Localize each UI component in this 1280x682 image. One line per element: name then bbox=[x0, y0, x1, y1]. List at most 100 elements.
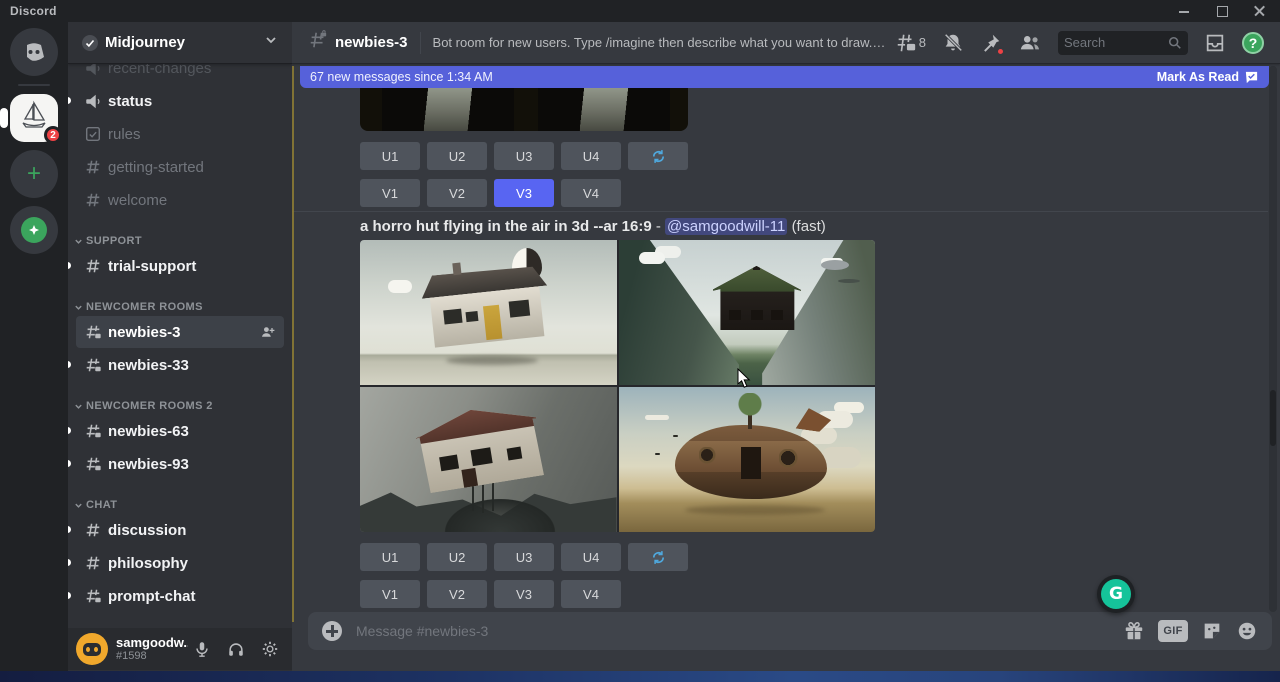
invite-people-icon[interactable] bbox=[260, 324, 276, 340]
user-avatar[interactable] bbox=[76, 633, 108, 665]
u1-button[interactable]: U1 bbox=[360, 543, 420, 571]
v2-button[interactable]: V2 bbox=[427, 179, 487, 207]
home-button[interactable] bbox=[10, 28, 58, 76]
channel-prompt-chat[interactable]: prompt-chat bbox=[76, 580, 284, 612]
inbox-button[interactable] bbox=[1204, 32, 1226, 54]
channel-newbies-63[interactable]: newbies-63 bbox=[76, 415, 284, 447]
grid-image-steampunk-island[interactable] bbox=[619, 387, 876, 532]
attach-file-button[interactable] bbox=[322, 621, 342, 641]
v4-button[interactable]: V4 bbox=[561, 580, 621, 608]
add-server-button[interactable]: + bbox=[10, 150, 58, 198]
v4-button[interactable]: V4 bbox=[561, 179, 621, 207]
channel-status[interactable]: status bbox=[76, 85, 284, 117]
reroll-button[interactable] bbox=[628, 543, 688, 571]
suit-figure-art bbox=[382, 88, 514, 131]
user-mention[interactable]: @samgoodwill-11 bbox=[665, 218, 787, 235]
hash-bot-icon bbox=[84, 356, 102, 374]
server-icon-midjourney[interactable]: 2 bbox=[10, 94, 58, 142]
legs-art bbox=[472, 483, 474, 511]
channel-welcome[interactable]: welcome bbox=[76, 184, 284, 216]
sticker-picker-button[interactable] bbox=[1201, 620, 1223, 642]
gift-button[interactable] bbox=[1123, 620, 1145, 642]
u3-button[interactable]: U3 bbox=[494, 142, 554, 170]
u2-button[interactable]: U2 bbox=[427, 142, 487, 170]
user-discriminator: #1598 bbox=[116, 650, 188, 662]
section-support[interactable]: SUPPORT bbox=[68, 217, 292, 249]
u3-button[interactable]: U3 bbox=[494, 543, 554, 571]
hash-bot-icon bbox=[84, 323, 102, 341]
v1-button[interactable]: V1 bbox=[360, 580, 420, 608]
channel-newbies-33[interactable]: newbies-33 bbox=[76, 349, 284, 381]
help-button[interactable]: ? bbox=[1242, 32, 1264, 54]
grid-image-stormy-hut[interactable] bbox=[360, 387, 617, 532]
search-bar[interactable] bbox=[1058, 31, 1188, 55]
close-icon[interactable] bbox=[1254, 5, 1266, 17]
channel-trial-support[interactable]: trial-support bbox=[76, 250, 284, 282]
channel-newbies-3[interactable]: newbies-3 bbox=[76, 316, 284, 348]
channel-name: newbies-63 bbox=[108, 423, 276, 440]
gift-icon bbox=[1123, 620, 1145, 642]
emoji-icon bbox=[1236, 620, 1258, 642]
server-unread-pill bbox=[0, 108, 8, 128]
section-newcomer-rooms[interactable]: NEWCOMER ROOMS bbox=[68, 283, 292, 315]
section-chevron-icon bbox=[74, 501, 83, 510]
u2-button[interactable]: U2 bbox=[427, 543, 487, 571]
search-input[interactable] bbox=[1064, 35, 1168, 50]
gif-icon: GIF bbox=[1158, 620, 1188, 642]
v2-button[interactable]: V2 bbox=[427, 580, 487, 608]
channel-name: trial-support bbox=[108, 258, 276, 275]
grid-image-balloon-house[interactable] bbox=[360, 240, 617, 385]
inbox-icon bbox=[1204, 32, 1226, 54]
u4-button[interactable]: U4 bbox=[561, 142, 621, 170]
channel-list: recent-changes status rules getting-star… bbox=[68, 64, 292, 628]
explore-servers-button[interactable] bbox=[10, 206, 58, 254]
v3-button-selected[interactable]: V3 bbox=[494, 179, 554, 207]
u4-button[interactable]: U4 bbox=[561, 543, 621, 571]
message2-image-grid bbox=[360, 240, 875, 532]
mute-microphone-button[interactable] bbox=[188, 635, 216, 663]
search-icon bbox=[1168, 36, 1182, 50]
scrollbar-thumb[interactable] bbox=[1270, 390, 1276, 446]
message1-image-grid[interactable] bbox=[360, 88, 688, 131]
maximize-icon[interactable] bbox=[1216, 5, 1228, 17]
pinned-messages-button[interactable] bbox=[980, 32, 1002, 54]
new-messages-bar[interactable]: 67 new messages since 1:34 AM Mark As Re… bbox=[300, 66, 1269, 88]
grammarly-widget[interactable]: G bbox=[1097, 575, 1135, 613]
channel-newbies-93[interactable]: newbies-93 bbox=[76, 448, 284, 480]
channel-recent-changes[interactable]: recent-changes bbox=[76, 64, 284, 84]
section-newcomer-rooms-2[interactable]: NEWCOMER ROOMS 2 bbox=[68, 382, 292, 414]
user-info[interactable]: samgoodw... #1598 bbox=[116, 636, 188, 662]
notifications-muted-button[interactable] bbox=[942, 32, 964, 54]
channel-discussion[interactable]: discussion bbox=[76, 514, 284, 546]
channel-rules[interactable]: rules bbox=[76, 118, 284, 150]
section-chat[interactable]: CHAT bbox=[68, 481, 292, 513]
message1-upscale-row: U1 U2 U3 U4 bbox=[360, 142, 688, 170]
grid-image-mountain-cabin[interactable] bbox=[619, 240, 876, 385]
scrollbar-track[interactable] bbox=[1269, 66, 1277, 612]
server-header[interactable]: Midjourney bbox=[68, 22, 292, 64]
unread-dot bbox=[68, 262, 71, 269]
reroll-button[interactable] bbox=[628, 142, 688, 170]
user-settings-button[interactable] bbox=[256, 635, 284, 663]
prompt-dash: - bbox=[656, 218, 661, 235]
minimize-icon[interactable] bbox=[1178, 5, 1190, 17]
v1-button[interactable]: V1 bbox=[360, 179, 420, 207]
hash-threads-icon bbox=[895, 32, 917, 54]
section-label: CHAT bbox=[86, 499, 117, 511]
gif-picker-button[interactable]: GIF bbox=[1158, 620, 1188, 642]
emoji-picker-button[interactable] bbox=[1236, 620, 1258, 642]
channel-philosophy[interactable]: philosophy bbox=[76, 547, 284, 579]
rules-checklist-icon bbox=[84, 125, 102, 143]
deafen-button[interactable] bbox=[222, 635, 250, 663]
v3-button[interactable]: V3 bbox=[494, 580, 554, 608]
channel-sidebar: Midjourney recent-changes status rules g… bbox=[68, 22, 292, 682]
member-list-button[interactable] bbox=[1018, 32, 1042, 54]
channel-getting-started[interactable]: getting-started bbox=[76, 151, 284, 183]
u1-button[interactable]: U1 bbox=[360, 142, 420, 170]
speed-mode-label: (fast) bbox=[792, 218, 826, 235]
threads-button[interactable]: 8 bbox=[895, 32, 926, 54]
mark-as-read-button[interactable]: Mark As Read bbox=[1157, 70, 1259, 85]
channel-topic[interactable]: Bot room for new users. Type /imagine th… bbox=[433, 35, 888, 50]
message-input[interactable] bbox=[356, 623, 1123, 639]
server-unread-badge: 2 bbox=[44, 126, 62, 144]
